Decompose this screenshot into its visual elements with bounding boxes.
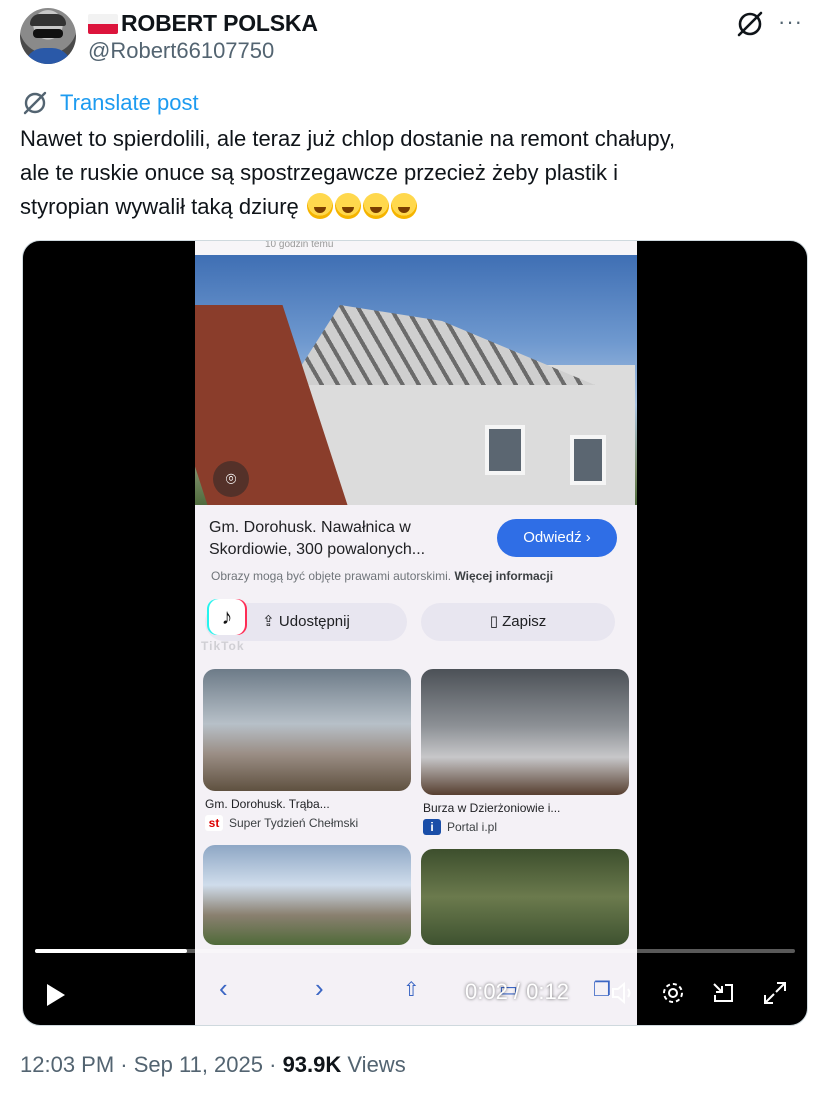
result-source: i Portal i.pl xyxy=(423,819,497,835)
post-text: Nawet to spierdolili, ale teraz już chlo… xyxy=(20,122,820,224)
damaged-roof xyxy=(289,305,595,385)
video-progress-bar[interactable] xyxy=(35,949,795,953)
picture-in-picture-icon[interactable] xyxy=(709,979,737,1007)
poland-flag-icon xyxy=(88,13,118,34)
forward-icon: › xyxy=(315,973,324,1003)
save-button: ▯ Zapisz xyxy=(421,603,615,641)
rights-text: Obrazy mogą być objęte prawami autorskim… xyxy=(211,569,452,583)
rolling-laughing-emoji-icon xyxy=(390,193,417,219)
house-window xyxy=(485,425,525,475)
result-source-label: Portal i.pl xyxy=(447,820,498,834)
post-date[interactable]: Sep 11, 2025 xyxy=(134,1052,263,1077)
translate-post-link[interactable]: Translate post xyxy=(20,88,199,118)
video-player[interactable]: 10 godzin temu ⌾ Gm. Dorohusk. Nawałnica… xyxy=(22,240,808,1026)
post-text-line-last: styropian wywalił taką dziurę xyxy=(20,190,820,224)
fullscreen-icon[interactable] xyxy=(761,979,789,1007)
avatar-shirt xyxy=(24,48,72,64)
share-label: Udostępnij xyxy=(278,613,350,630)
result-thumbnail xyxy=(203,669,411,791)
result-title: Gm. Dorohusk. Nawałnica w Skordiowie, 30… xyxy=(209,519,426,558)
result-thumbnail xyxy=(421,669,629,795)
author-name-row[interactable]: ROBERT POLSKA xyxy=(88,10,318,37)
result-thumbnail xyxy=(421,849,629,945)
result-thumbnail xyxy=(203,845,411,945)
browser-toolbar: ‹ › ⇧ ▭ ❐ xyxy=(195,955,637,1025)
result-source-label: Super Tydzień Chełmski xyxy=(229,816,359,830)
settings-gear-icon[interactable] xyxy=(659,979,687,1007)
lens-icon: ⌾ xyxy=(213,461,249,497)
avatar-cap xyxy=(30,14,66,26)
portal-ipl-logo-icon: i xyxy=(423,819,441,835)
damaged-house-image: ⌾ xyxy=(195,255,637,505)
author-avatar[interactable] xyxy=(20,8,76,64)
tiktok-watermark: TikTok xyxy=(201,639,245,653)
views-label: Views xyxy=(347,1052,406,1077)
tiktok-logo-icon: ♪ xyxy=(209,599,245,635)
rolling-laughing-emoji-icon xyxy=(306,193,333,219)
grok-icon[interactable] xyxy=(734,8,766,40)
share-icon: ⇧ xyxy=(403,979,420,1001)
more-options-icon[interactable]: ··· xyxy=(778,11,806,33)
phone-status-strip: 10 godzin temu xyxy=(195,241,637,255)
super-tydzien-logo-icon: st xyxy=(205,815,223,831)
result-caption: Burza w Dzierżoniowie i... xyxy=(423,801,561,815)
back-icon: ‹ xyxy=(219,973,228,1003)
grok-translate-icon xyxy=(23,91,47,115)
phone-top-text: 10 godzin temu xyxy=(265,241,334,250)
video-time: 0:02 / 0:12 xyxy=(465,979,569,1004)
author-display-name[interactable]: ROBERT POLSKA xyxy=(121,10,318,37)
post-time[interactable]: 12:03 PM xyxy=(20,1052,114,1077)
author-handle[interactable]: @Robert66107750 xyxy=(88,38,274,64)
play-icon[interactable] xyxy=(41,981,69,1009)
avatar-glasses xyxy=(33,29,63,38)
views-count: 93.9K xyxy=(282,1052,342,1077)
post-text-line: ale te ruskie onuce są spostrzegawcze pr… xyxy=(20,160,618,185)
copyright-notice: Obrazy mogą być objęte prawami autorskim… xyxy=(211,569,553,583)
translate-post-label[interactable]: Translate post xyxy=(60,90,199,116)
volume-icon[interactable] xyxy=(609,979,637,1007)
result-source: st Super Tydzień Chełmski xyxy=(205,815,358,831)
video-progress-fill xyxy=(35,949,187,953)
post-meta: 12:03 PM · Sep 11, 2025 · 93.9K Views xyxy=(20,1052,406,1077)
rolling-laughing-emoji-icon xyxy=(362,193,389,219)
save-label: Zapisz xyxy=(502,613,547,630)
video-frame-phone-screenshot: 10 godzin temu ⌾ Gm. Dorohusk. Nawałnica… xyxy=(195,241,637,1025)
rights-link: Więcej informacji xyxy=(454,569,554,583)
post-text-line: styropian wywalił taką dziurę xyxy=(20,194,299,219)
result-caption: Gm. Dorohusk. Trąba... xyxy=(205,797,330,811)
house-window xyxy=(570,435,606,485)
visit-button: Odwiedź › xyxy=(497,519,617,557)
post-text-line: Nawet to spierdolili, ale teraz już chlo… xyxy=(20,126,676,151)
rolling-laughing-emoji-icon xyxy=(334,193,361,219)
